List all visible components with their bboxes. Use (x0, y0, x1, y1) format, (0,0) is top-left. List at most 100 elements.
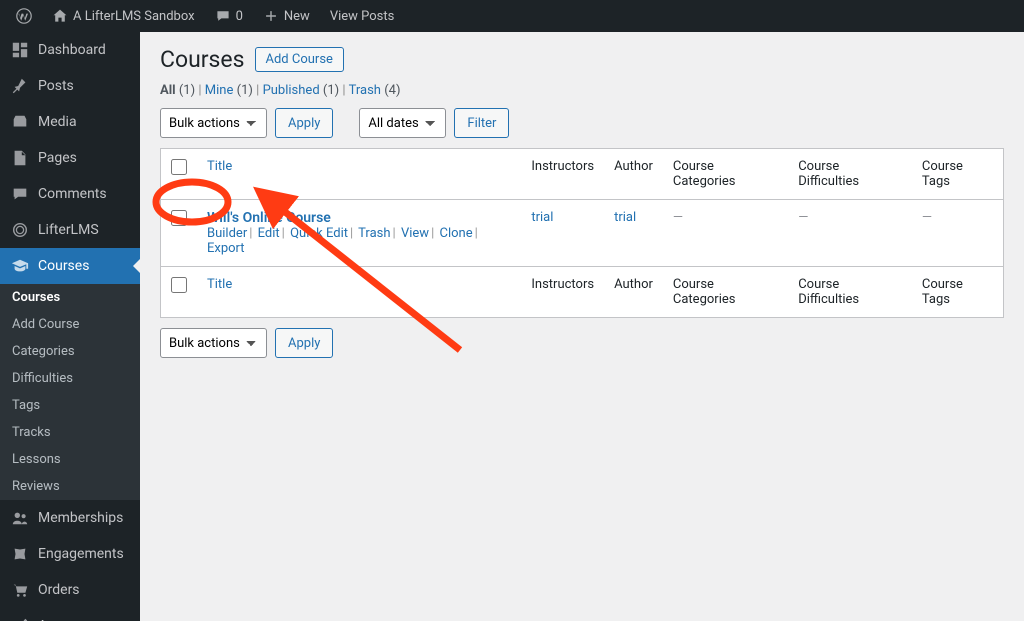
col-title-foot[interactable]: Title (207, 277, 232, 292)
row-title-link[interactable]: Will's Online Course (207, 210, 331, 226)
row-action-quick-edit[interactable]: Quick Edit (290, 226, 348, 241)
sidebar-sub-tracks[interactable]: Tracks (0, 419, 140, 446)
comments-bubble[interactable]: 0 (207, 0, 251, 32)
sidebar-sub-courses[interactable]: Courses (0, 284, 140, 311)
col-difficulties: Course Difficulties (788, 149, 912, 200)
courses-table: Title Instructors Author Course Categori… (160, 148, 1004, 318)
sidebar-item-lifterlms[interactable]: LifterLMS (0, 212, 140, 248)
view-posts[interactable]: View Posts (322, 0, 403, 32)
row-categories: — (663, 200, 788, 267)
row-actions: Builder| Edit| Quick Edit| Trash| View| … (207, 226, 511, 256)
col-tags: Course Tags (912, 149, 1004, 200)
page-title: Courses (160, 46, 245, 73)
engage-icon (10, 544, 30, 564)
plus-icon (263, 8, 279, 24)
top-filters: Bulk actions Apply All dates Filter (160, 108, 1004, 138)
sidebar-sub-reviews[interactable]: Reviews (0, 473, 140, 500)
row-action-view[interactable]: View (401, 226, 429, 241)
sidebar-item-posts[interactable]: Posts (0, 68, 140, 104)
bulk-apply-button-bottom[interactable]: Apply (275, 328, 333, 358)
sidebar-sub-add-course[interactable]: Add Course (0, 311, 140, 338)
sidebar-item-dashboard[interactable]: Dashboard (0, 32, 140, 68)
row-action-clone[interactable]: Clone (439, 226, 472, 241)
members-icon (10, 508, 30, 528)
sidebar-item-engagements[interactable]: Engagements (0, 536, 140, 572)
col-title[interactable]: Title (207, 159, 232, 174)
sidebar-item-courses[interactable]: Courses (0, 248, 140, 284)
comments-icon (10, 184, 30, 204)
new-label: New (284, 9, 310, 24)
appearance-icon (10, 616, 30, 621)
sidebar-submenu: CoursesAdd CourseCategoriesDifficultiesT… (0, 284, 140, 500)
home-icon (52, 8, 68, 24)
sidebar-item-label: Dashboard (38, 42, 106, 58)
row-difficulties: — (788, 200, 912, 267)
admin-sidebar: Dashboard Posts Media Pages Comments LifterLM… (0, 32, 140, 621)
sidebar-item-label: Comments (38, 186, 107, 202)
sidebar-item-orders[interactable]: Orders (0, 572, 140, 608)
sidebar-item-label: Posts (38, 78, 74, 94)
sidebar-item-label: Engagements (38, 546, 124, 562)
col-categories: Course Categories (663, 149, 788, 200)
sidebar-sub-lessons[interactable]: Lessons (0, 446, 140, 473)
new-content[interactable]: New (255, 0, 318, 32)
sidebar-item-label: LifterLMS (38, 222, 99, 238)
sidebar-item-label: Media (38, 114, 77, 130)
filter-button[interactable]: Filter (454, 108, 509, 138)
media-icon (10, 112, 30, 132)
bulk-apply-button[interactable]: Apply (275, 108, 333, 138)
sidebar-item-label: Courses (38, 258, 89, 274)
view-all[interactable]: All (160, 83, 176, 98)
view-mine[interactable]: Mine (205, 83, 234, 98)
comment-icon (215, 8, 231, 24)
select-all-top[interactable] (171, 159, 187, 175)
dashboard-icon (10, 40, 30, 60)
sidebar-sub-categories[interactable]: Categories (0, 338, 140, 365)
row-author[interactable]: trial (614, 210, 636, 225)
sidebar-sub-difficulties[interactable]: Difficulties (0, 365, 140, 392)
row-action-edit[interactable]: Edit (258, 226, 280, 241)
view-posts-label: View Posts (330, 9, 395, 24)
content-area: Courses Add Course All (1) | Mine (1) | … (140, 32, 1024, 621)
bulk-actions-select[interactable]: Bulk actions (160, 108, 267, 138)
lifter-icon (10, 220, 30, 240)
comment-count: 0 (236, 9, 243, 24)
post-status-filter: All (1) | Mine (1) | Published (1) | Tra… (160, 83, 1004, 98)
sidebar-item-label: Memberships (38, 510, 123, 526)
row-action-export[interactable]: Export (207, 241, 245, 256)
sidebar-item-comments[interactable]: Comments (0, 176, 140, 212)
col-instructors: Instructors (521, 149, 604, 200)
sidebar-item-label: Orders (38, 582, 80, 598)
bulk-actions-select-bottom[interactable]: Bulk actions (160, 328, 267, 358)
select-all-bottom[interactable] (171, 277, 187, 293)
row-instructor[interactable]: trial (531, 210, 553, 225)
row-title-cell: Will's Online Course Builder| Edit| Quic… (197, 200, 521, 267)
table-row: Will's Online Course Builder| Edit| Quic… (161, 200, 1004, 267)
row-action-trash[interactable]: Trash (358, 226, 390, 241)
orders-icon (10, 580, 30, 600)
admin-bar: A LifterLMS Sandbox 0 New View Posts (0, 0, 1024, 32)
sidebar-item-media[interactable]: Media (0, 104, 140, 140)
row-checkbox[interactable] (171, 210, 187, 226)
row-action-builder[interactable]: Builder (207, 226, 247, 241)
wordpress-icon (16, 8, 32, 24)
sidebar-item-appearance[interactable]: Appearance (0, 608, 140, 621)
sidebar-sub-tags[interactable]: Tags (0, 392, 140, 419)
bottom-filters: Bulk actions Apply (160, 328, 1004, 358)
add-course-button[interactable]: Add Course (255, 47, 344, 72)
site-name: A LifterLMS Sandbox (73, 9, 195, 24)
view-trash[interactable]: Trash (349, 83, 381, 98)
view-published[interactable]: Published (263, 83, 320, 98)
page-header: Courses Add Course (160, 46, 1004, 73)
sidebar-item-pages[interactable]: Pages (0, 140, 140, 176)
sidebar-item-memberships[interactable]: Memberships (0, 500, 140, 536)
pages-icon (10, 148, 30, 168)
site-home[interactable]: A LifterLMS Sandbox (44, 0, 203, 32)
sidebar-item-label: Pages (38, 150, 77, 166)
wp-logo[interactable] (8, 0, 40, 32)
row-tags: — (912, 200, 1004, 267)
pin-icon (10, 76, 30, 96)
grad-icon (10, 256, 30, 276)
date-filter-select[interactable]: All dates (359, 108, 446, 138)
col-author: Author (604, 149, 663, 200)
